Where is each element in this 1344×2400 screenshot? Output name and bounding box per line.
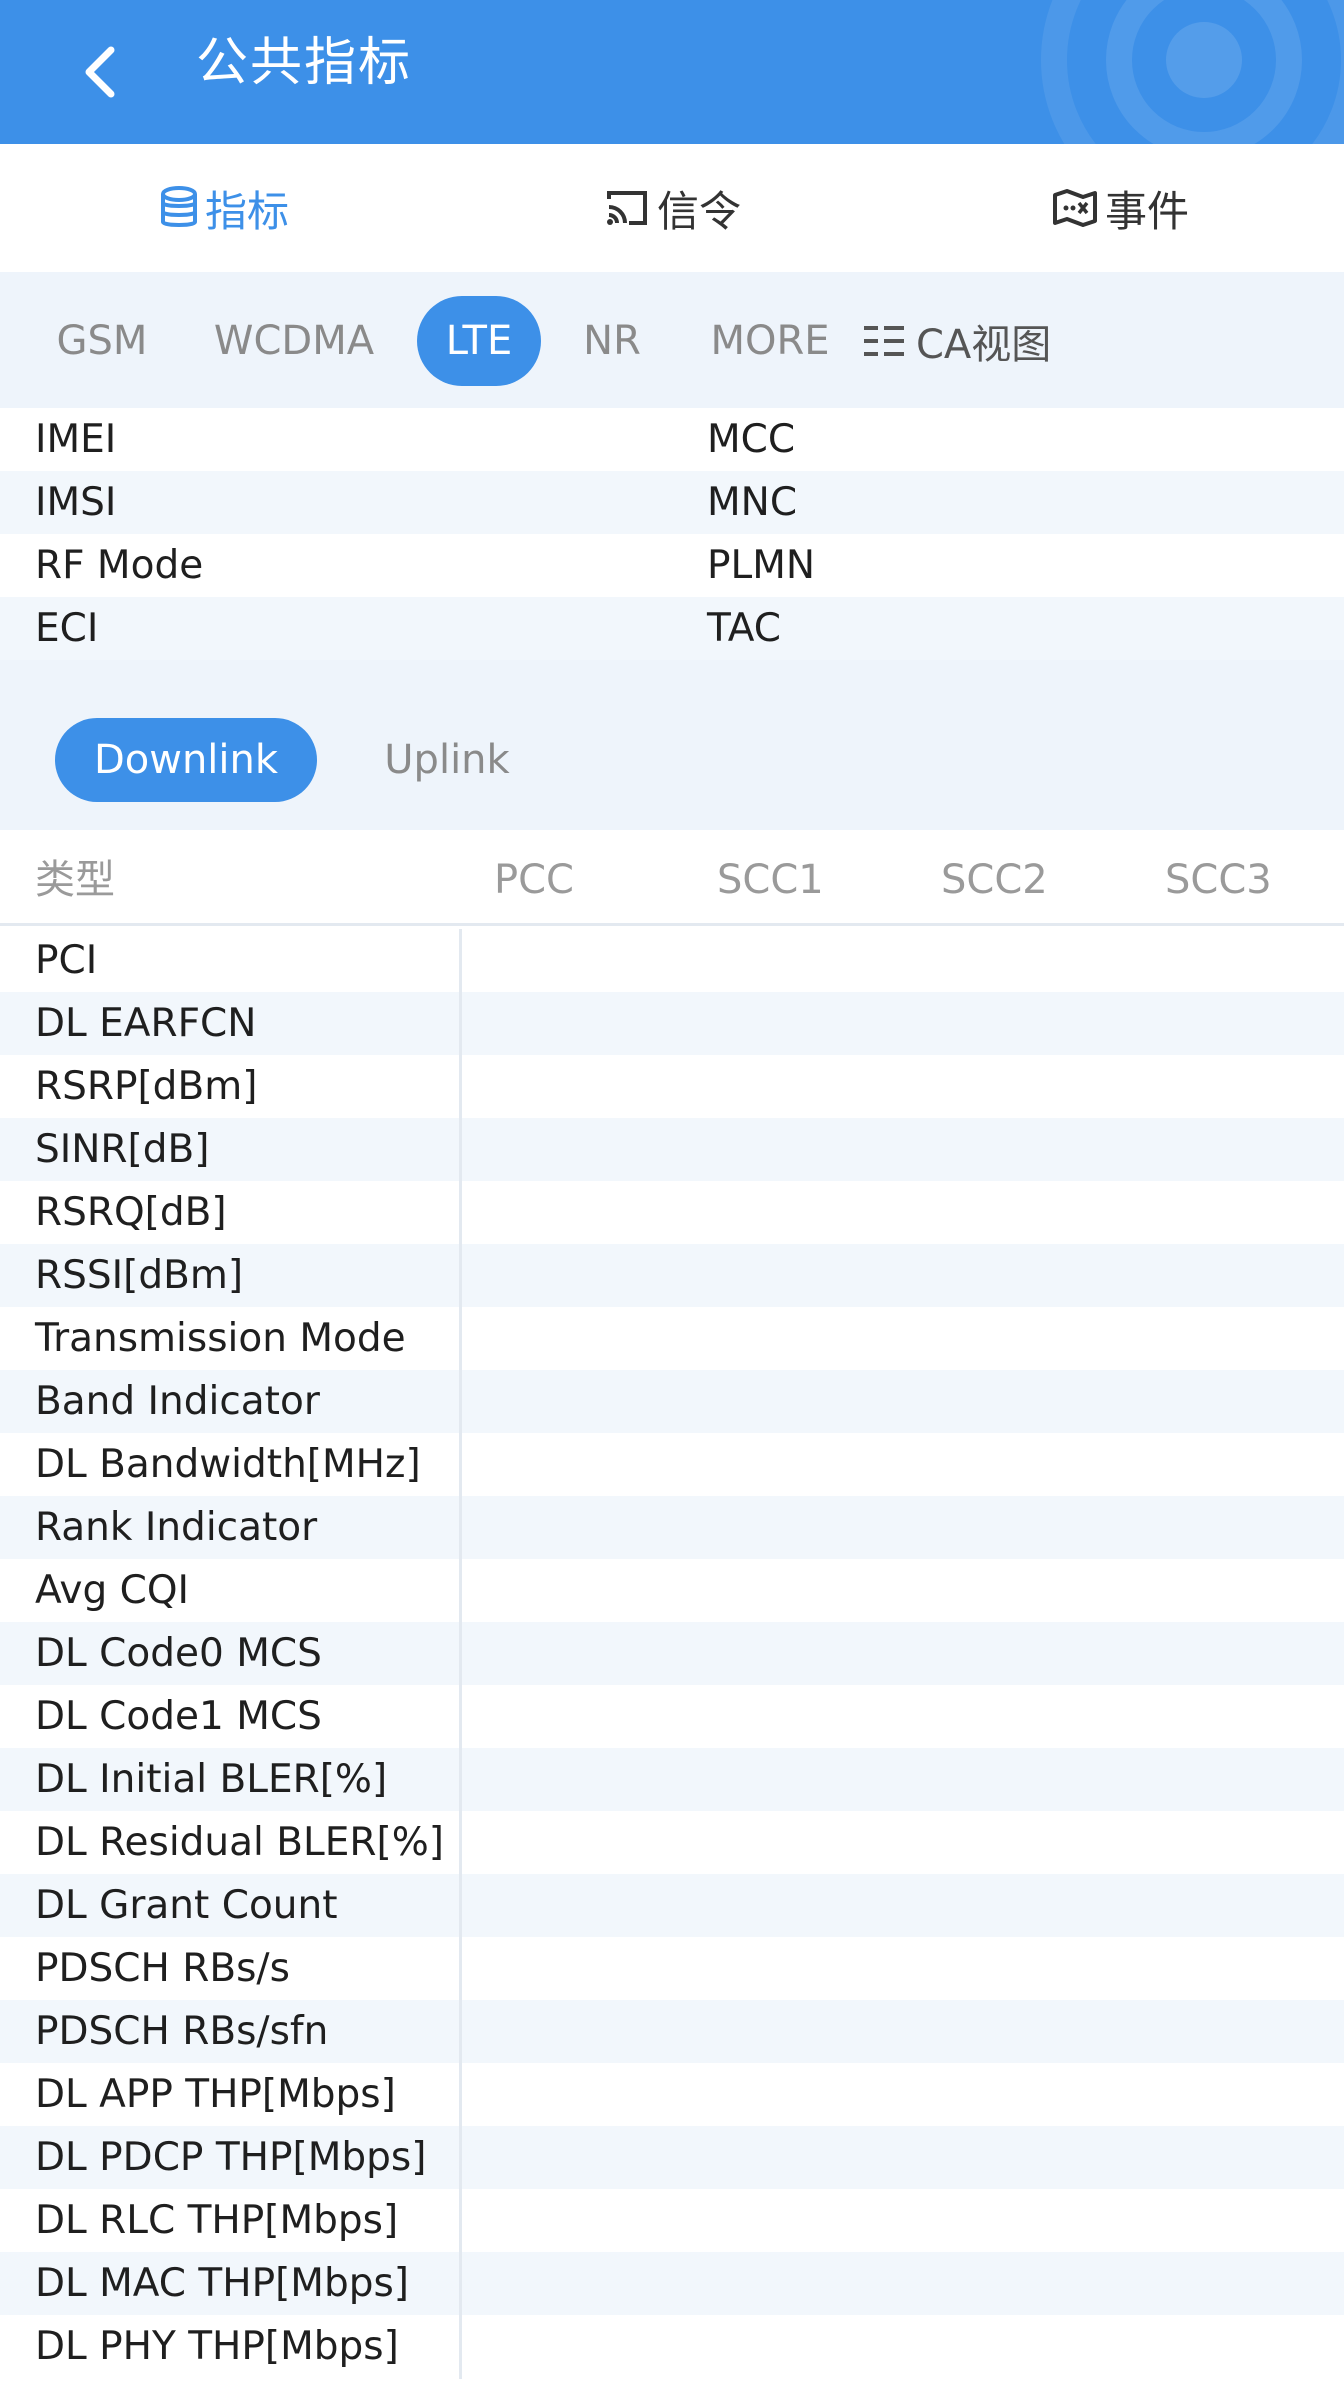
column-header-scc2: SCC2 — [941, 857, 1048, 903]
info-row: IMEI MCC — [0, 408, 1344, 471]
technology-tab-bar: GSM WCDMA LTE NR MORE CA视图 — [0, 272, 1344, 408]
tab-nr[interactable]: NR — [570, 296, 654, 386]
ca-view-label: CA视图 — [916, 322, 1052, 368]
app-header: 公共指标 — [0, 0, 1344, 144]
row-label: PDSCH RBs/s — [35, 1946, 290, 1991]
row-label: DL Residual BLER[%] — [35, 1820, 444, 1865]
row-label: SINR[dB] — [35, 1127, 210, 1172]
table-row: DL Grant Count — [0, 1874, 1344, 1937]
table-row: Rank Indicator — [0, 1496, 1344, 1559]
row-label: DL PDCP THP[Mbps] — [35, 2135, 427, 2180]
column-divider — [459, 929, 462, 2379]
table-row: DL Initial BLER[%] — [0, 1748, 1344, 1811]
row-label: DL MAC THP[Mbps] — [35, 2261, 410, 2306]
table-row: DL Code0 MCS — [0, 1622, 1344, 1685]
row-label: RSRP[dBm] — [35, 1064, 258, 1109]
tab-events-label: 事件 — [1104, 186, 1189, 236]
info-label-mnc: MNC — [707, 480, 798, 525]
row-label: PDSCH RBs/sfn — [35, 2009, 329, 2054]
row-label: RSRQ[dB] — [35, 1190, 227, 1235]
row-label: DL Initial BLER[%] — [35, 1757, 388, 1802]
row-label: RSSI[dBm] — [35, 1253, 244, 1298]
page-title: 公共指标 — [196, 33, 413, 93]
tab-more[interactable]: MORE — [700, 296, 840, 386]
table-row: PDSCH RBs/sfn — [0, 2000, 1344, 2063]
table-row: PDSCH RBs/s — [0, 1937, 1344, 2000]
row-label: DL Code0 MCS — [35, 1631, 322, 1676]
info-label-plmn: PLMN — [707, 543, 816, 588]
row-label: Avg CQI — [35, 1568, 190, 1613]
row-label: Band Indicator — [35, 1379, 320, 1424]
downlink-button[interactable]: Downlink — [55, 718, 317, 802]
table-row: RSSI[dBm] — [0, 1244, 1344, 1307]
table-row: DL MAC THP[Mbps] — [0, 2252, 1344, 2315]
cast-icon — [606, 191, 647, 225]
row-label: DL Code1 MCS — [35, 1694, 322, 1739]
info-label-mcc: MCC — [707, 417, 796, 462]
tab-signaling-label: 信令 — [656, 186, 741, 236]
info-grid: IMEI MCC IMSI MNC RF Mode PLMN ECI TAC — [0, 408, 1344, 660]
table-row: DL PDCP THP[Mbps] — [0, 2126, 1344, 2189]
tab-metrics[interactable]: 指标 — [0, 144, 448, 272]
table-row: DL Residual BLER[%] — [0, 1811, 1344, 1874]
row-label: DL APP THP[Mbps] — [35, 2072, 396, 2117]
info-row: ECI TAC — [0, 597, 1344, 660]
uplink-button[interactable]: Uplink — [362, 718, 532, 802]
row-label: DL EARFCN — [35, 1001, 257, 1046]
table-row: Band Indicator — [0, 1370, 1344, 1433]
info-label-rf-mode: RF Mode — [35, 543, 204, 588]
table-row: DL APP THP[Mbps] — [0, 2063, 1344, 2126]
info-row: RF Mode PLMN — [0, 534, 1344, 597]
row-label: DL Grant Count — [35, 1883, 338, 1928]
table-row: DL EARFCN — [0, 992, 1344, 1055]
back-button[interactable] — [60, 24, 140, 120]
column-header-scc3: SCC3 — [1165, 857, 1272, 903]
info-label-eci: ECI — [35, 606, 99, 651]
table-row: PCI — [0, 929, 1344, 992]
tab-signaling[interactable]: 信令 — [448, 144, 896, 272]
tab-events[interactable]: 事件 — [896, 144, 1344, 272]
row-label: Transmission Mode — [35, 1316, 406, 1361]
table-row: DL RLC THP[Mbps] — [0, 2189, 1344, 2252]
tab-wcdma[interactable]: WCDMA — [206, 296, 382, 386]
info-label-imei: IMEI — [35, 417, 117, 462]
table-row: RSRP[dBm] — [0, 1055, 1344, 1118]
row-label: Rank Indicator — [35, 1505, 318, 1550]
link-direction-toggle: Downlink Uplink — [0, 660, 1344, 830]
table-row: Transmission Mode — [0, 1307, 1344, 1370]
info-label-tac: TAC — [707, 606, 782, 651]
database-icon — [160, 186, 197, 227]
tab-lte[interactable]: LTE — [417, 296, 541, 386]
signal-watermark-icon — [1041, 0, 1344, 144]
map-event-icon — [1052, 189, 1097, 227]
row-label: DL PHY THP[Mbps] — [35, 2324, 399, 2369]
chevron-left-icon — [85, 46, 115, 98]
ca-view-button[interactable]: CA视图 — [862, 296, 1051, 386]
table-row: RSRQ[dB] — [0, 1181, 1344, 1244]
column-header-pcc: PCC — [494, 857, 574, 903]
row-label: DL Bandwidth[MHz] — [35, 1442, 421, 1487]
tab-metrics-label: 指标 — [204, 186, 289, 236]
list-icon — [864, 326, 904, 356]
metrics-table: PCI DL EARFCN RSRP[dBm] SINR[dB] RSRQ[dB… — [0, 929, 1344, 2400]
table-row: DL Code1 MCS — [0, 1685, 1344, 1748]
table-row: DL PHY THP[Mbps] — [0, 2315, 1344, 2378]
table-row: Avg CQI — [0, 1559, 1344, 1622]
column-header-type: 类型 — [35, 857, 115, 903]
table-header: 类型 PCC SCC1 SCC2 SCC3 — [0, 830, 1344, 926]
tab-gsm[interactable]: GSM — [42, 296, 162, 386]
row-label: DL RLC THP[Mbps] — [35, 2198, 399, 2243]
column-header-scc1: SCC1 — [717, 857, 824, 903]
info-label-imsi: IMSI — [35, 480, 117, 525]
table-row: SINR[dB] — [0, 1118, 1344, 1181]
table-row: DL Bandwidth[MHz] — [0, 1433, 1344, 1496]
main-tab-bar: 指标 信令 事件 — [0, 144, 1344, 272]
row-label: PCI — [35, 938, 98, 983]
info-row: IMSI MNC — [0, 471, 1344, 534]
